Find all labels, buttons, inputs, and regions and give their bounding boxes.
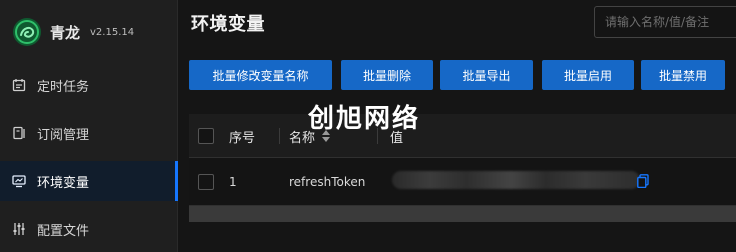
batch-delete-button[interactable]: 批量删除	[341, 60, 433, 90]
env-table: 序号 名称 值 1 refreshToken	[189, 114, 736, 222]
sidebar-item-label: 定时任务	[37, 79, 90, 95]
row-name: refreshToken	[289, 175, 366, 189]
subscribe-icon	[12, 126, 26, 140]
search-input[interactable]	[594, 6, 736, 38]
qinglong-logo-icon	[13, 18, 41, 46]
sidebar-item-config-files[interactable]: 配置文件	[0, 209, 178, 249]
sidebar-item-label: 配置文件	[37, 223, 90, 239]
app-version: v2.15.14	[90, 26, 135, 38]
settings-sliders-icon	[12, 222, 26, 236]
batch-disable-button[interactable]: 批量禁用	[641, 60, 725, 90]
column-header-index: 序号	[229, 131, 256, 146]
batch-export-button[interactable]: 批量导出	[440, 60, 533, 90]
app-name: 青龙	[50, 23, 81, 42]
column-divider	[279, 128, 280, 144]
row-checkbox[interactable]	[198, 174, 214, 190]
batch-enable-button[interactable]: 批量启用	[542, 60, 634, 90]
watermark: 创旭网络	[308, 104, 421, 134]
copy-icon[interactable]	[637, 174, 649, 188]
monitor-icon	[12, 174, 26, 188]
sidebar-item-label: 环境变量	[37, 175, 90, 191]
horizontal-scrollbar[interactable]	[189, 206, 736, 222]
sidebar: 青龙 v2.15.14 定时任务 订阅管理 环境变量 配置文件	[0, 0, 178, 252]
calendar-icon	[12, 78, 26, 92]
table-header: 序号 名称 值	[189, 114, 736, 158]
select-all-checkbox[interactable]	[198, 128, 214, 144]
app-window: 青龙 v2.15.14 定时任务 订阅管理 环境变量 配置文件 环境变量 请输入…	[0, 0, 736, 252]
sidebar-item-env-variables[interactable]: 环境变量	[0, 161, 178, 201]
row-index: 1	[229, 175, 237, 189]
sidebar-item-label: 订阅管理	[37, 127, 90, 143]
brand[interactable]: 青龙 v2.15.14	[12, 14, 134, 50]
masked-value	[392, 171, 640, 189]
sidebar-item-cron-tasks[interactable]: 定时任务	[0, 65, 178, 105]
page-title: 环境变量	[191, 14, 265, 35]
sidebar-item-subscriptions[interactable]: 订阅管理	[0, 113, 178, 153]
batch-rename-button[interactable]: 批量修改变量名称	[189, 60, 332, 90]
table-row: 1 refreshToken	[189, 158, 736, 206]
